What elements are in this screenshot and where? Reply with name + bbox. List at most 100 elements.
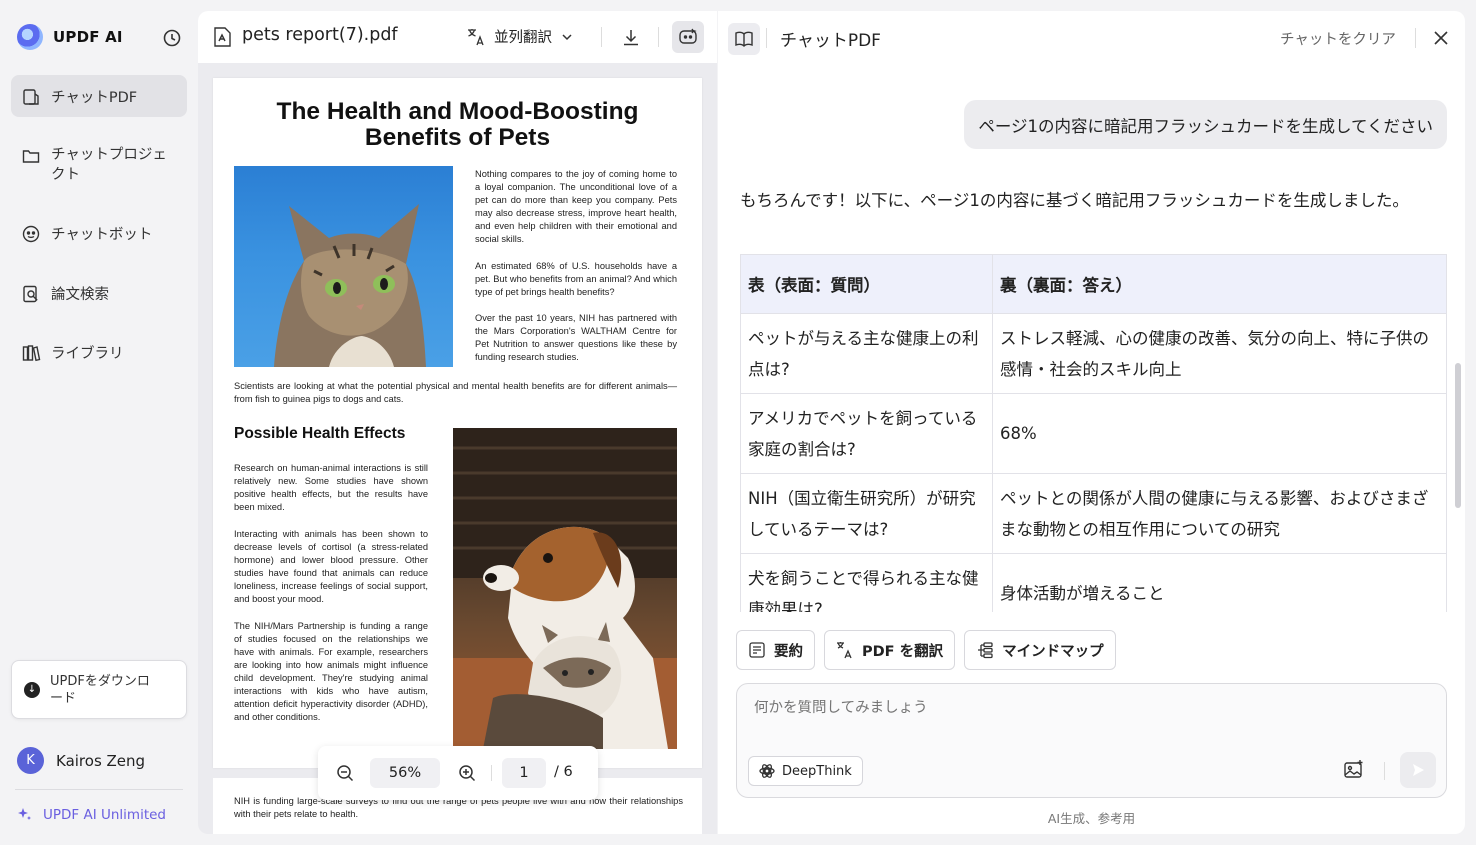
ai-message: もちろんです！以下に、ページ1の内容に基づく暗記用フラッシュカードを生成しました… — [740, 191, 1409, 210]
download-label: UPDFをダウンロード — [50, 673, 150, 706]
dog-cat-image — [453, 428, 677, 749]
mindmap-button[interactable]: マインドマップ — [964, 630, 1116, 670]
sidebar-item-chat-project[interactable]: チャットプロジェクト — [11, 145, 187, 185]
sidebar-item-paper-search[interactable]: 論文検索 — [11, 283, 187, 304]
sidebar-item-label: チャットプロジェクト — [51, 147, 167, 183]
table-cell: アメリカでペットを飼っている家庭の割合は? — [740, 393, 993, 474]
paragraph: An estimated 68% of U.S. households have… — [475, 261, 677, 297]
user-name: Kairos Zeng — [56, 751, 146, 770]
book-icon — [735, 31, 753, 47]
history-icon[interactable] — [162, 28, 182, 48]
chevron-down-icon — [562, 33, 572, 40]
table-row: ペットが与える主な健康上の利点は? ストレス軽減、心の健康の改善、気分の向上、特… — [740, 313, 1447, 394]
chat-pdf-icon — [23, 88, 39, 105]
zoom-level[interactable]: 56% — [370, 758, 440, 788]
plan-badge[interactable]: UPDF AI Unlimited — [17, 807, 166, 823]
library-icon — [22, 345, 41, 362]
ai-disclaimer: AI生成、参考用 — [1047, 811, 1136, 826]
page-number-input[interactable]: 1 — [502, 758, 546, 788]
table-header: 表（表面：質問） — [740, 254, 993, 314]
zoom-divider — [491, 765, 492, 781]
deepthink-toggle[interactable]: DeepThink — [748, 756, 863, 786]
folder-chat-icon — [22, 150, 40, 163]
table-cell: ペットが与える主な健康上の利点は? — [740, 313, 993, 394]
send-button[interactable] — [1400, 752, 1436, 788]
header-divider — [766, 28, 767, 48]
ai-assistant-button[interactable] — [672, 21, 704, 53]
chat-panel: チャットPDF チャットをクリア ページ1の内容に暗記用フラッシュカードを生成し… — [718, 11, 1465, 834]
reader-mode-button[interactable] — [728, 23, 760, 55]
chat-input[interactable] — [754, 700, 1354, 716]
deepthink-label: DeepThink — [782, 763, 852, 779]
toolbar-divider — [658, 27, 659, 47]
sidebar-item-label: チャットボット — [51, 227, 153, 243]
file-name: pets report(7).pdf — [242, 25, 398, 45]
chat-input-box: DeepThink — [736, 683, 1447, 798]
translate-label: 並列翻訳 — [494, 30, 552, 46]
translate-icon — [468, 28, 484, 45]
sidebar-item-label: ライブラリ — [51, 346, 124, 362]
summarize-button[interactable]: 要約 — [736, 630, 815, 670]
doc-title: The Health and Mood-Boosting Benefits of… — [276, 98, 639, 151]
table-cell: ストレス軽減、心の健康の改善、気分の向上、特に子供の感情・社会的スキル向上 — [992, 313, 1447, 394]
table-cell: ペットとの関係が人間の健康に与える影響、およびさまざまな動物との相互作用について… — [992, 473, 1447, 554]
brand: UPDF AI — [17, 24, 123, 50]
table-row: NIH（国立衛生研究所）が研究しているテーマは? ペットとの関係が人間の健康に与… — [740, 473, 1447, 554]
sidebar: UPDF AI チャットPDF チャットプロジェクト チャットボット 論文検索 … — [0, 0, 198, 845]
download-updf-button[interactable]: ↓ UPDFをダウンロード — [11, 660, 187, 719]
pdf-file-icon — [214, 27, 231, 47]
quick-actions: 要約 PDF を翻訳 マインドマップ — [736, 630, 1116, 670]
divider — [15, 789, 183, 790]
table-cell: 身体活動が増えること — [992, 553, 1447, 612]
pdf-viewer: pets report(7).pdf 並列翻訳 The Health and M… — [198, 11, 717, 834]
avatar: K — [17, 747, 44, 774]
translate-icon — [837, 642, 852, 659]
user-profile[interactable]: K Kairos Zeng — [17, 747, 145, 774]
mindmap-icon — [978, 642, 993, 659]
paragraph: Interacting with animals has been shown … — [234, 529, 428, 604]
paragraph: The NIH/Mars Partnership is funding a ra… — [234, 621, 428, 722]
header-divider — [1415, 28, 1416, 48]
image-upload-icon[interactable] — [1343, 758, 1365, 780]
table-row: アメリカでペットを飼っている家庭の割合は? 68% — [740, 393, 1447, 474]
table-cell: NIH（国立衛生研究所）が研究しているテーマは? — [740, 473, 993, 554]
page-total: / 6 — [554, 764, 573, 780]
input-divider — [1384, 762, 1385, 780]
pdf-toolbar: pets report(7).pdf 並列翻訳 — [198, 11, 717, 63]
clear-chat-button[interactable]: チャットをクリア — [1280, 28, 1396, 49]
table-header: 裏（裏面：答え） — [992, 254, 1447, 314]
send-icon — [1413, 764, 1424, 776]
deepthink-icon — [759, 764, 775, 778]
quick-action-label: 要約 — [774, 643, 803, 660]
scrollbar[interactable] — [1455, 363, 1461, 508]
sidebar-item-chat-pdf[interactable]: チャットPDF — [11, 75, 187, 117]
translate-pdf-button[interactable]: PDF を翻訳 — [824, 630, 956, 670]
plan-label: UPDF AI Unlimited — [43, 807, 166, 823]
table-row: 犬を飼うことで得られる主な健康効果は? 身体活動が増えること — [740, 553, 1447, 612]
parallel-translate-dropdown[interactable]: 並列翻訳 — [466, 26, 574, 47]
section-heading: Possible Health Effects — [234, 425, 406, 442]
paper-search-icon — [23, 285, 38, 303]
ai-chat-icon — [679, 28, 697, 44]
zoom-toolbar: 56% 1 / 6 — [318, 746, 598, 800]
sidebar-item-library[interactable]: ライブラリ — [11, 342, 187, 363]
flashcard-table: 表（表面：質問） 裏（裏面：答え） ペットが与える主な健康上の利点は? ストレス… — [740, 254, 1447, 612]
pdf-page: The Health and Mood-Boosting Benefits of… — [213, 78, 702, 768]
zoom-out-icon[interactable] — [335, 763, 355, 783]
zoom-in-icon[interactable] — [457, 763, 477, 783]
user-message: ページ1の内容に暗記用フラッシュカードを生成してください — [964, 100, 1447, 149]
updf-logo — [17, 24, 43, 50]
brand-name: UPDF AI — [53, 28, 123, 46]
paragraph: Research on human-animal interactions is… — [234, 463, 428, 512]
sidebar-item-chatbot[interactable]: チャットボット — [11, 223, 187, 244]
bot-icon — [22, 225, 40, 243]
paragraph: Scientists are looking at what the poten… — [234, 381, 677, 404]
quick-action-label: PDF を翻訳 — [862, 643, 944, 660]
download-pdf-icon[interactable] — [620, 27, 642, 49]
sidebar-item-label: チャットPDF — [51, 89, 138, 106]
paragraph: Nothing compares to the joy of coming ho… — [475, 169, 677, 244]
table-cell: 68% — [992, 393, 1447, 474]
quick-action-label: マインドマップ — [1002, 643, 1104, 660]
close-icon[interactable] — [1431, 28, 1451, 48]
table-cell: 犬を飼うことで得られる主な健康効果は? — [740, 553, 993, 612]
